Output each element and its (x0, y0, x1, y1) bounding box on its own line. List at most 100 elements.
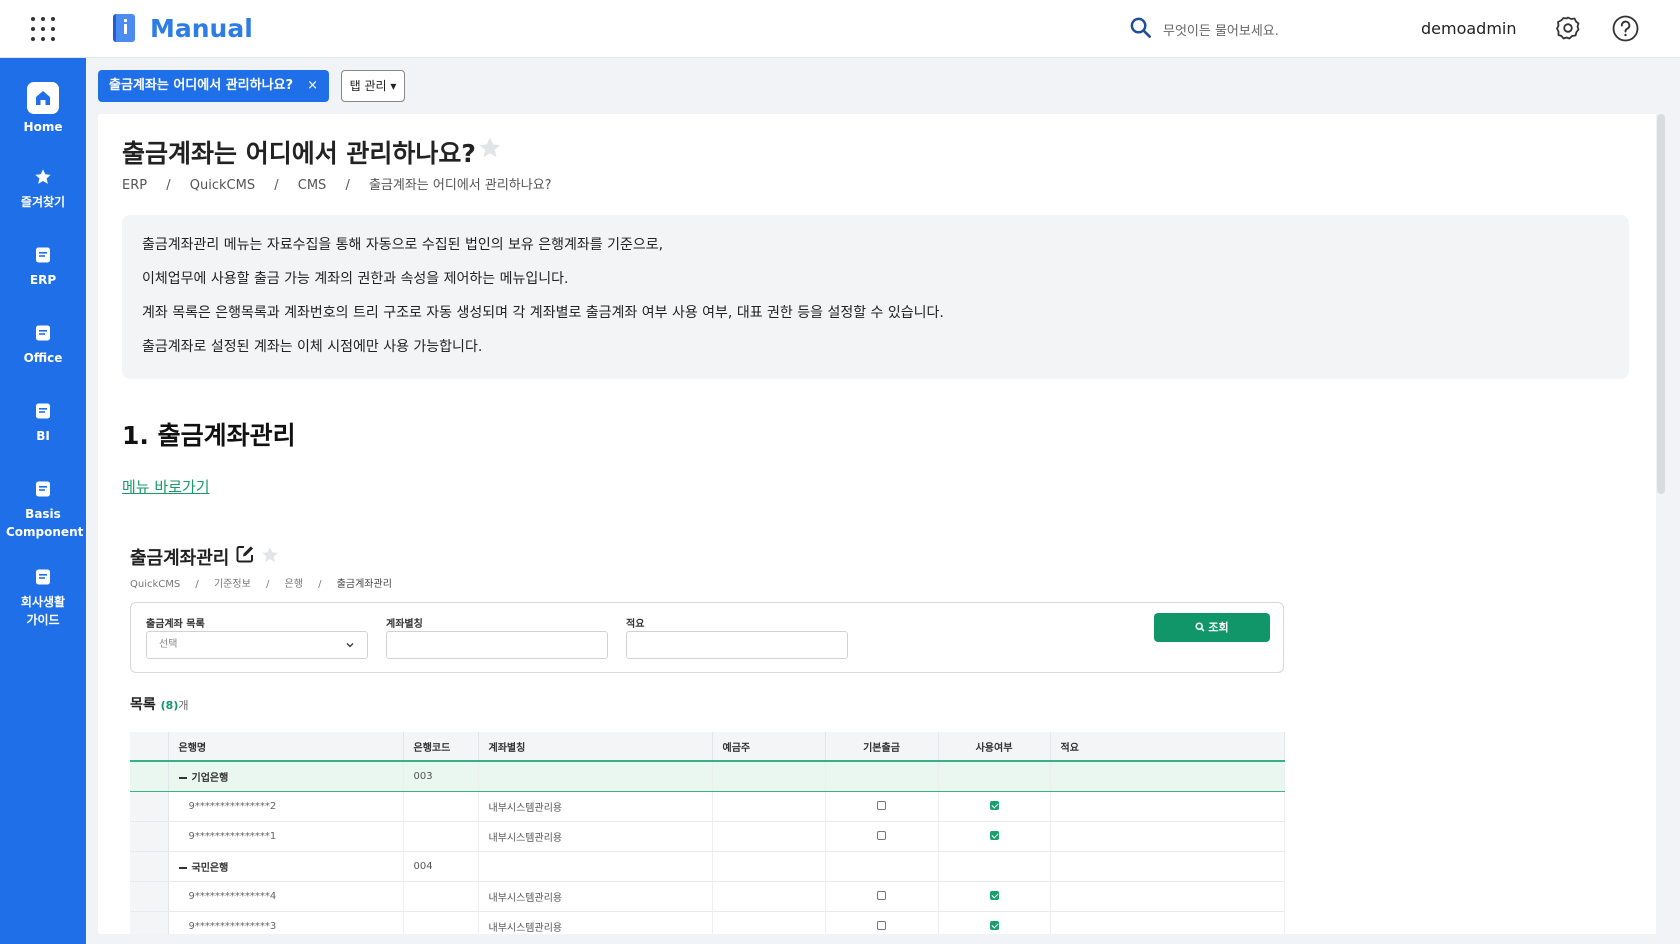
default-withdraw-cell (825, 881, 939, 912)
tab-label: 출금계좌는 어디에서 관리하나요? (109, 78, 294, 93)
table-header-cell: 계좌별칭 (478, 732, 713, 762)
edit-icon (236, 546, 253, 563)
document-icon (36, 403, 50, 419)
bank-cell: 기업은행 (168, 761, 404, 792)
cell (1050, 821, 1285, 852)
use-checkbox (989, 891, 999, 900)
sidebar-item-label: BI (36, 429, 50, 443)
row-gutter (130, 911, 169, 934)
use-checkbox (989, 801, 999, 810)
cell (712, 881, 826, 912)
tab-manage-button[interactable]: 탭 관리 ▾ (341, 70, 405, 102)
embedded-screenshot: 출금계좌관리 QuickCMS / 기준정보 / 은행 / 출금계좌관리 출금계… (130, 532, 1290, 934)
sidebar-item-home[interactable]: Home (0, 82, 86, 136)
table-row: 9***************4 내부시스템관리용 (130, 881, 1285, 912)
cell (938, 761, 1051, 792)
memo-label: 적요 (626, 619, 645, 630)
row-gutter (130, 821, 169, 852)
username[interactable]: demoadmin (1421, 19, 1517, 38)
table-header-cell: 예금주 (712, 732, 826, 762)
embedded-breadcrumb: QuickCMS / 기준정보 / 은행 / 출금계좌관리 (130, 575, 404, 590)
sidebar-item-basis-component[interactable]: Basis Component (0, 480, 86, 541)
search-icon[interactable] (1129, 16, 1152, 39)
filter-panel: 출금계좌 목록 선택 계좌별칭 적요 조회 (130, 602, 1284, 673)
bank-name: 기업은행 (191, 772, 229, 784)
sidebar-item-favorites[interactable]: 즐겨찾기 (0, 168, 86, 211)
cell (712, 821, 826, 852)
document-icon (36, 481, 50, 497)
app-title[interactable]: Manual (150, 14, 253, 43)
default-withdraw-cell (825, 911, 939, 934)
sidebar: Home 즐겨찾기 ERP Office BI Basis Component … (0, 58, 86, 944)
row-gutter (130, 851, 169, 882)
gear-icon[interactable] (1555, 15, 1581, 41)
alias-input (386, 631, 608, 659)
sidebar-item-label: Basis Component (6, 507, 84, 539)
help-icon[interactable] (1612, 15, 1639, 42)
row-gutter (130, 761, 169, 792)
default-withdraw-checkbox (877, 801, 886, 810)
search-icon (1195, 622, 1205, 632)
document-icon (36, 247, 50, 263)
breadcrumb-item[interactable]: ERP (122, 178, 147, 193)
description-line: 출금계좌로 설정된 계좌는 이체 시점에만 사용 가능합니다. (142, 339, 483, 355)
use-checkbox (989, 921, 999, 930)
description-line: 이체업무에 사용할 출금 가능 계좌의 권한과 속성을 제어하는 메뉴입니다. (142, 271, 569, 287)
table-row: 9***************3 내부시스템관리용 (130, 911, 1285, 934)
star-icon (35, 169, 51, 184)
alias-cell: 내부시스템관리용 (478, 791, 713, 822)
favorite-star-icon[interactable] (478, 136, 502, 160)
sidebar-item-label: 즐겨찾기 (20, 195, 66, 209)
breadcrumb-item[interactable]: CMS (298, 178, 327, 193)
alias-cell: 내부시스템관리용 (478, 821, 713, 852)
cell (1050, 791, 1285, 822)
cell (1050, 761, 1285, 792)
app-grid-icon[interactable] (31, 17, 55, 41)
bank-name: 국민은행 (191, 862, 229, 874)
sidebar-item-erp[interactable]: ERP (0, 246, 86, 289)
account-list-select: 선택 (146, 631, 368, 659)
breadcrumb-item[interactable]: QuickCMS (190, 178, 255, 193)
use-checkbox (989, 831, 999, 840)
search-input[interactable]: 무엇이든 물어보세요. (1163, 20, 1279, 39)
bank-code-cell: 003 (403, 761, 479, 792)
breadcrumb-item: 기준정보 (213, 579, 251, 590)
table-header-cell: 적요 (1050, 732, 1285, 762)
tab-close-icon[interactable]: × (307, 70, 318, 102)
alias-cell: 내부시스템관리용 (478, 911, 713, 934)
account-number-cell: 9***************4 (168, 881, 404, 912)
account-table: 은행명 은행코드 계좌별칭 예금주 기본출금 사용여부 적요 기업은행 003 9*… (130, 732, 1285, 934)
cell (825, 761, 939, 792)
sidebar-item-office[interactable]: Office (0, 324, 86, 367)
account-number-cell: 9***************2 (168, 791, 404, 822)
select-value: 선택 (159, 639, 178, 650)
tab-active[interactable]: 출금계좌는 어디에서 관리하나요? × (98, 70, 329, 102)
breadcrumb-separator: / (265, 579, 270, 590)
default-withdraw-checkbox (877, 921, 886, 930)
account-number-cell: 9***************3 (168, 911, 404, 934)
list-label: 목록 (8)개 (130, 694, 188, 714)
query-button-label: 조회 (1208, 621, 1229, 634)
query-button: 조회 (1154, 613, 1270, 642)
sidebar-item-bi[interactable]: BI (0, 402, 86, 445)
list-title: 목록 (130, 697, 156, 713)
table-header-gutter (130, 732, 169, 762)
default-withdraw-checkbox (877, 891, 886, 900)
cell (403, 911, 479, 934)
table-group-row: 국민은행 004 (130, 851, 1285, 882)
sidebar-item-company-guide[interactable]: 회사생활 가이드 (0, 568, 86, 629)
cell (403, 821, 479, 852)
use-cell (938, 911, 1051, 934)
description-line: 출금계좌관리 메뉴는 자료수집을 통해 자동으로 수집된 법인의 보유 은행계좌… (142, 237, 664, 253)
default-withdraw-checkbox (877, 831, 886, 840)
cell (1050, 851, 1285, 882)
cell (712, 791, 826, 822)
memo-input (626, 631, 848, 659)
alias-label: 계좌별칭 (386, 619, 423, 630)
table-row: 9***************2 내부시스템관리용 (130, 791, 1285, 822)
menu-shortcut-link[interactable]: 메뉴 바로가기 (122, 476, 210, 497)
scrollbar[interactable] (1657, 114, 1665, 494)
sidebar-item-label: Home (23, 120, 63, 134)
row-gutter (130, 881, 169, 912)
description-line: 계좌 목록은 은행목록과 계좌번호의 트리 구조로 자동 생성되며 각 계좌별로… (142, 305, 944, 321)
